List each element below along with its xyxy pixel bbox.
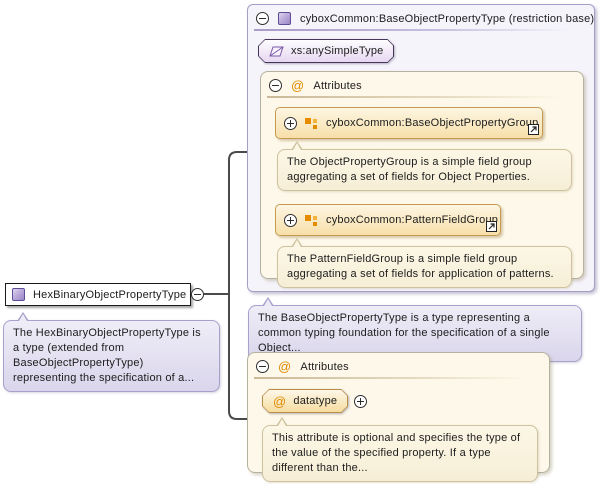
element-box-hexbinary[interactable]: HexBinaryObjectPropertyType <box>5 283 191 306</box>
navigate-icon[interactable] <box>486 221 497 232</box>
navigate-icon[interactable] <box>528 124 539 135</box>
base-type-panel-header: cyboxCommon:BaseObjectPropertyType (rest… <box>248 5 594 25</box>
attributes-header-label: Attributes <box>313 80 361 92</box>
attribute-group-icon <box>305 214 318 227</box>
attributes-panel-header-label: Attributes <box>300 361 348 373</box>
complex-type-icon <box>278 12 291 25</box>
collapse-toggle-base-panel[interactable] <box>256 12 269 25</box>
collapse-toggle-attributes[interactable] <box>269 79 282 92</box>
datatype-description-callout: This attribute is optional and specifies… <box>262 425 538 482</box>
collapse-toggle-element[interactable] <box>191 288 204 301</box>
datatype-attribute-label: datatype <box>293 395 337 407</box>
simple-type-badge[interactable]: xs:anySimpleType <box>258 39 394 63</box>
datatype-attribute-badge[interactable]: @ datatype <box>262 389 348 413</box>
group-description-text: The ObjectPropertyGroup is a simple fiel… <box>287 156 532 183</box>
header-separator <box>254 29 588 31</box>
group-description-text: The PatternFieldGroup is a simple field … <box>287 253 554 280</box>
group-description-callout: The PatternFieldGroup is a simple field … <box>277 246 572 288</box>
base-type-description-text: The BaseObjectPropertyType is a type rep… <box>258 312 550 354</box>
type-icon <box>12 288 25 301</box>
schema-diagram-canvas: HexBinaryObjectPropertyType The HexBinar… <box>0 0 601 484</box>
element-label: HexBinaryObjectPropertyType <box>33 289 186 301</box>
collapse-toggle-attributes-panel[interactable] <box>256 360 269 373</box>
element-description-text: The HexBinaryObjectPropertyType is a typ… <box>13 327 201 384</box>
at-icon: @ <box>278 360 291 373</box>
attributes-panel: @ Attributes @ datatype This attribute i… <box>247 352 550 473</box>
attributes-section-header: @ Attributes <box>261 72 583 92</box>
datatype-description-text: This attribute is optional and specifies… <box>272 432 520 474</box>
expand-toggle-datatype[interactable] <box>354 395 367 408</box>
base-type-panel-title: cyboxCommon:BaseObjectPropertyType (rest… <box>300 13 594 25</box>
attributes-panel-separator <box>254 377 543 379</box>
group-description-callout: The ObjectPropertyGroup is a simple fiel… <box>277 149 572 191</box>
expand-toggle-group2[interactable] <box>284 214 297 227</box>
attributes-panel-header: @ Attributes <box>248 353 549 373</box>
at-icon: @ <box>291 79 304 92</box>
group-box-patternfieldgroup[interactable]: cyboxCommon:PatternFieldGroup <box>275 204 501 236</box>
simple-type-icon <box>269 45 284 58</box>
group-box-baseobjectpropertygroup[interactable]: cyboxCommon:BaseObjectPropertyGroup <box>275 107 543 139</box>
group-label: cyboxCommon:PatternFieldGroup <box>326 214 498 226</box>
group-label: cyboxCommon:BaseObjectPropertyGroup <box>326 117 538 129</box>
attribute-group-icon <box>305 117 318 130</box>
expand-toggle-group1[interactable] <box>284 117 297 130</box>
attributes-separator <box>267 96 577 98</box>
base-type-panel: cyboxCommon:BaseObjectPropertyType (rest… <box>247 4 595 292</box>
at-icon: @ <box>273 395 286 408</box>
attributes-section: @ Attributes cyboxCommon:BaseObjectPrope… <box>260 71 584 279</box>
simple-type-label: xs:anySimpleType <box>291 45 383 57</box>
element-description-callout: The HexBinaryObjectPropertyType is a typ… <box>3 320 220 392</box>
